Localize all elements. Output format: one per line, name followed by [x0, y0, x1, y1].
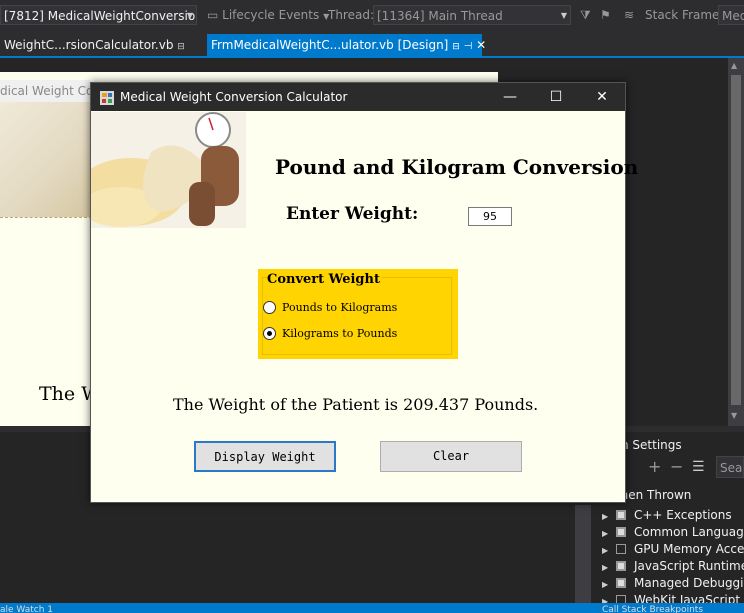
stack-frame-label: Stack Frame: [645, 8, 724, 22]
exception-checkbox[interactable] [616, 561, 626, 571]
tab-designer[interactable]: FrmMedicalWeightC...ulator.vb [Design] ⊟… [207, 34, 486, 56]
list-view-icon[interactable]: ☰ [692, 458, 705, 476]
expand-icon[interactable]: ▶ [602, 508, 616, 524]
exception-row[interactable]: ▶ Common Language [602, 524, 744, 541]
exception-checkbox[interactable] [616, 544, 626, 554]
bottom-left-tabs[interactable]: ale Watch 1 [0, 603, 200, 613]
window-titlebar[interactable]: Medical Weight Conversion Calculator — ☐… [91, 83, 625, 111]
close-button[interactable]: ✕ [579, 83, 625, 111]
radio-button-checked[interactable] [263, 327, 276, 340]
scrollbar-thumb[interactable] [731, 75, 741, 405]
panel-scrollbar[interactable] [575, 505, 591, 605]
remove-icon[interactable]: − [670, 458, 683, 476]
pin-icon[interactable]: ⊟ [177, 42, 185, 52]
close-icon[interactable]: ✕ [476, 38, 486, 52]
design-form-title: dical Weight Conv [0, 80, 90, 102]
scroll-up-icon[interactable]: ▲ [731, 61, 737, 70]
page-heading: Pound and Kilogram Conversion [275, 155, 639, 179]
flag-icon[interactable]: ⚑ [600, 5, 611, 25]
app-window: Medical Weight Conversion Calculator — ☐… [90, 82, 638, 503]
pin-icon[interactable]: ⊟ [452, 42, 460, 52]
chevron-down-icon: ▼ [186, 11, 193, 20]
window-title: Medical Weight Conversion Calculator [120, 90, 348, 104]
expand-icon[interactable]: ▶ [602, 576, 616, 592]
scroll-down-icon[interactable]: ▼ [731, 411, 737, 420]
exception-search-input[interactable]: Searc [716, 456, 744, 478]
design-form-photo [0, 102, 92, 217]
exception-checkbox[interactable] [616, 595, 626, 603]
enter-weight-label: Enter Weight: [286, 204, 419, 224]
thread-label: Thread: [328, 8, 375, 22]
expand-icon[interactable]: ▶ [602, 593, 616, 603]
tab-code-file[interactable]: WeightC...rsionCalculator.vb ⊟ [0, 34, 205, 56]
lifecycle-events-dropdown[interactable]: ▭ Lifecycle Events ▼ [207, 5, 329, 25]
filter-icon[interactable]: ⧩ [580, 5, 591, 25]
scale-photo [91, 112, 246, 228]
exception-row[interactable]: ▶ C++ Exceptions [602, 507, 744, 524]
thread-dropdown[interactable]: [11364] Main Thread ▼ [373, 5, 571, 25]
chevron-down-icon: ▼ [560, 11, 567, 20]
radio-button[interactable] [263, 301, 276, 314]
stack-frame-dropdown[interactable]: Med [718, 5, 744, 25]
exception-row[interactable]: ▶ Managed Debuggin [602, 575, 744, 592]
exception-checkbox[interactable] [616, 527, 626, 537]
result-label: The Weight of the Patient is 209.437 Pou… [173, 395, 539, 414]
radio-dot [267, 331, 272, 336]
display-weight-button[interactable]: Display Weight [194, 441, 336, 472]
keep-open-icon[interactable]: ⊣ [464, 41, 473, 52]
exception-checkbox[interactable] [616, 510, 626, 520]
radio-kilograms-to-pounds[interactable]: Kilograms to Pounds [263, 325, 453, 343]
exception-row[interactable]: ▶ GPU Memory Acces [602, 541, 744, 558]
app-icon [100, 91, 114, 105]
threads-icon[interactable]: ≋ [624, 5, 634, 25]
radio-pounds-to-kilograms[interactable]: Pounds to Kilograms [263, 299, 453, 317]
selection-outline [0, 217, 92, 218]
expand-icon[interactable]: ▶ [602, 559, 616, 575]
lifecycle-icon: ▭ [207, 8, 223, 22]
radio-label: Pounds to Kilograms [282, 301, 398, 314]
expand-icon[interactable]: ▶ [602, 525, 616, 541]
convert-weight-group: Convert Weight Pounds to Kilograms Kilog… [258, 269, 458, 359]
expand-icon[interactable]: ▶ [602, 542, 616, 558]
vs-toolbar: [7812] MedicalWeightConversionC ▼ ▭ Lifec… [0, 0, 744, 32]
weight-input[interactable] [468, 207, 512, 226]
exception-row[interactable]: ▶ WebKit JavaScript E [602, 592, 744, 603]
bottom-right-tabs[interactable]: Call Stack Breakpoints [602, 603, 744, 613]
clear-button[interactable]: Clear [380, 441, 522, 472]
exception-checkbox[interactable] [616, 578, 626, 588]
process-dropdown[interactable]: [7812] MedicalWeightConversionC ▼ [0, 5, 197, 25]
radio-label: Kilograms to Pounds [282, 327, 398, 340]
exception-row[interactable]: ▶JavaScript Runtime E [602, 558, 744, 575]
document-tabs: WeightC...rsionCalculator.vb ⊟ FrmMedica… [0, 34, 744, 58]
maximize-button[interactable]: ☐ [533, 83, 579, 111]
minimize-button[interactable]: — [487, 83, 533, 111]
add-icon[interactable]: + [648, 458, 661, 476]
scale-photo-image [91, 112, 246, 228]
group-title: Convert Weight [267, 272, 382, 287]
